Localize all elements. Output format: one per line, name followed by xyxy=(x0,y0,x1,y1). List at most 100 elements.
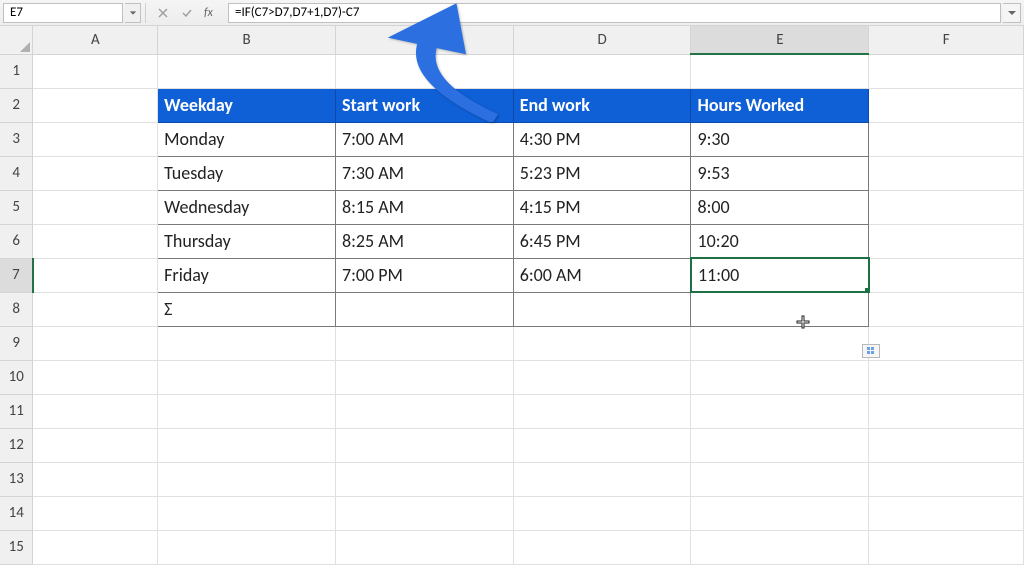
cell-D2[interactable]: End work xyxy=(513,88,691,122)
row-7-header[interactable]: 7 xyxy=(0,258,33,292)
cell-A1[interactable] xyxy=(33,54,158,88)
cell-E4[interactable]: 9:53 xyxy=(691,156,869,190)
cell-F10[interactable] xyxy=(869,360,1024,394)
cell-B7[interactable]: Friday xyxy=(158,258,336,292)
formula-bar-expand[interactable] xyxy=(1003,3,1021,23)
formula-input[interactable]: =IF(C7>D7,D7+1,D7)-C7 xyxy=(228,3,1001,23)
cell-F11[interactable] xyxy=(869,394,1024,428)
cell-C9[interactable] xyxy=(335,326,513,360)
cell-B8[interactable]: Σ xyxy=(158,292,336,326)
row-15-header[interactable]: 15 xyxy=(0,530,33,564)
cell-E9[interactable] xyxy=(691,326,869,360)
name-box-dropdown[interactable] xyxy=(125,3,141,23)
cell-B1[interactable] xyxy=(158,54,336,88)
cell-C6[interactable]: 8:25 AM xyxy=(335,224,513,258)
cell-F2[interactable] xyxy=(869,88,1024,122)
cell-B11[interactable] xyxy=(158,394,336,428)
cell-F1[interactable] xyxy=(869,54,1024,88)
cell-D12[interactable] xyxy=(513,428,691,462)
cell-D13[interactable] xyxy=(513,462,691,496)
cell-E7[interactable]: 11:00 xyxy=(691,258,869,292)
cell-B9[interactable] xyxy=(158,326,336,360)
accept-formula-button[interactable] xyxy=(176,3,198,23)
row-3-header[interactable]: 3 xyxy=(0,122,33,156)
cell-A12[interactable] xyxy=(33,428,158,462)
cell-A5[interactable] xyxy=(33,190,158,224)
cell-C14[interactable] xyxy=(335,496,513,530)
cell-B15[interactable] xyxy=(158,530,336,564)
cell-A4[interactable] xyxy=(33,156,158,190)
cell-A8[interactable] xyxy=(33,292,158,326)
cell-D1[interactable] xyxy=(513,54,691,88)
row-13-header[interactable]: 13 xyxy=(0,462,33,496)
row-10-header[interactable]: 10 xyxy=(0,360,33,394)
cell-F7[interactable] xyxy=(869,258,1024,292)
cell-B6[interactable]: Thursday xyxy=(158,224,336,258)
col-B-header[interactable]: B xyxy=(158,26,336,54)
cell-F9[interactable] xyxy=(869,326,1024,360)
cell-D15[interactable] xyxy=(513,530,691,564)
cell-E3[interactable]: 9:30 xyxy=(691,122,869,156)
cancel-formula-button[interactable] xyxy=(152,3,174,23)
cell-B5[interactable]: Wednesday xyxy=(158,190,336,224)
cell-A14[interactable] xyxy=(33,496,158,530)
cell-F5[interactable] xyxy=(869,190,1024,224)
select-all-corner[interactable] xyxy=(0,26,33,54)
cell-A3[interactable] xyxy=(33,122,158,156)
cell-E5[interactable]: 8:00 xyxy=(691,190,869,224)
cell-E6[interactable]: 10:20 xyxy=(691,224,869,258)
cell-A10[interactable] xyxy=(33,360,158,394)
row-8-header[interactable]: 8 xyxy=(0,292,33,326)
col-C-header[interactable]: C xyxy=(335,26,513,54)
cell-A11[interactable] xyxy=(33,394,158,428)
row-1-header[interactable]: 1 xyxy=(0,54,33,88)
cell-E8[interactable] xyxy=(691,292,869,326)
cell-D11[interactable] xyxy=(513,394,691,428)
cell-C4[interactable]: 7:30 AM xyxy=(335,156,513,190)
row-6-header[interactable]: 6 xyxy=(0,224,33,258)
row-5-header[interactable]: 5 xyxy=(0,190,33,224)
row-4-header[interactable]: 4 xyxy=(0,156,33,190)
cell-D8[interactable] xyxy=(513,292,691,326)
cell-C7[interactable]: 7:00 PM xyxy=(335,258,513,292)
cell-E14[interactable] xyxy=(691,496,869,530)
cell-B2[interactable]: Weekday xyxy=(158,88,336,122)
cell-A15[interactable] xyxy=(33,530,158,564)
cell-F14[interactable] xyxy=(869,496,1024,530)
cell-E1[interactable] xyxy=(691,54,869,88)
cell-F6[interactable] xyxy=(869,224,1024,258)
cell-D3[interactable]: 4:30 PM xyxy=(513,122,691,156)
row-12-header[interactable]: 12 xyxy=(0,428,33,462)
cell-E10[interactable] xyxy=(691,360,869,394)
cell-A13[interactable] xyxy=(33,462,158,496)
row-9-header[interactable]: 9 xyxy=(0,326,33,360)
row-2-header[interactable]: 2 xyxy=(0,88,33,122)
cell-D6[interactable]: 6:45 PM xyxy=(513,224,691,258)
cell-F15[interactable] xyxy=(869,530,1024,564)
cell-E15[interactable] xyxy=(691,530,869,564)
cell-B10[interactable] xyxy=(158,360,336,394)
cell-D7[interactable]: 6:00 AM xyxy=(513,258,691,292)
cell-E12[interactable] xyxy=(691,428,869,462)
cell-B4[interactable]: Tuesday xyxy=(158,156,336,190)
cell-B14[interactable] xyxy=(158,496,336,530)
cell-B13[interactable] xyxy=(158,462,336,496)
cell-A9[interactable] xyxy=(33,326,158,360)
row-11-header[interactable]: 11 xyxy=(0,394,33,428)
cell-C1[interactable] xyxy=(335,54,513,88)
cell-A6[interactable] xyxy=(33,224,158,258)
cell-D14[interactable] xyxy=(513,496,691,530)
cell-D10[interactable] xyxy=(513,360,691,394)
cell-F3[interactable] xyxy=(869,122,1024,156)
cell-F12[interactable] xyxy=(869,428,1024,462)
cell-D5[interactable]: 4:15 PM xyxy=(513,190,691,224)
cell-C15[interactable] xyxy=(335,530,513,564)
fx-button[interactable]: fx xyxy=(200,6,224,20)
cell-C2[interactable]: Start work xyxy=(335,88,513,122)
cell-C8[interactable] xyxy=(335,292,513,326)
cell-E11[interactable] xyxy=(691,394,869,428)
cell-C12[interactable] xyxy=(335,428,513,462)
cell-D4[interactable]: 5:23 PM xyxy=(513,156,691,190)
cell-C11[interactable] xyxy=(335,394,513,428)
cell-F4[interactable] xyxy=(869,156,1024,190)
